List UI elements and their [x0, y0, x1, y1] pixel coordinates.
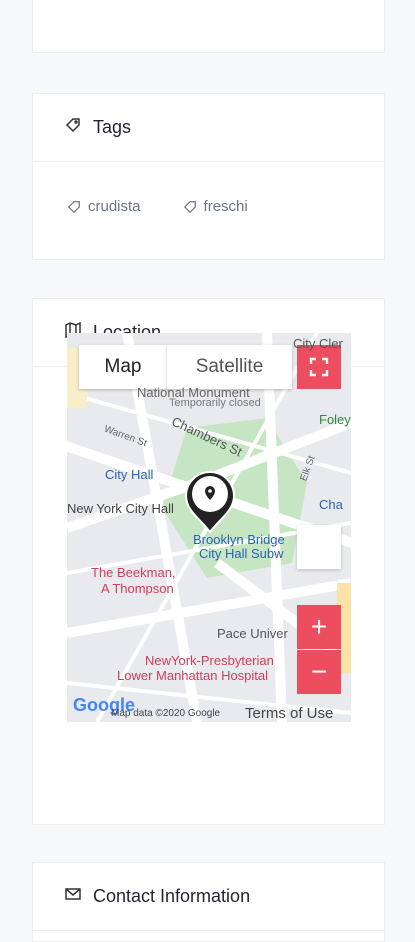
tags-card-title: Tags	[93, 117, 132, 137]
tag-item-freschi[interactable]: freschi	[183, 198, 248, 215]
tags-card-header: Tags	[33, 94, 384, 162]
location-card: Location Map Satellite City Cler Nationa…	[32, 298, 385, 825]
map-label-city-hall-subway: City Hall Subw	[199, 546, 284, 561]
tag-label: crudista	[88, 198, 141, 215]
previous-card	[32, 0, 385, 53]
map-type-map-tab[interactable]: Map	[79, 345, 167, 389]
map-label-temporarily-closed: Temporarily closed	[169, 397, 261, 409]
map-label-brooklyn-bridge: Brooklyn Bridge	[193, 532, 285, 547]
zoom-in-button[interactable]: +	[297, 605, 341, 649]
contact-card-title: Contact Information	[93, 886, 251, 906]
tag-item-crudista[interactable]: crudista	[67, 198, 141, 215]
map-label-city-cler: City Cler	[293, 336, 343, 351]
contact-card-header: Contact Information	[33, 863, 384, 931]
map-label-foley: Foley	[319, 412, 351, 427]
zoom-out-button[interactable]: −	[297, 650, 341, 694]
map-label-new-york-city-hall: New York City Hall	[67, 501, 174, 516]
tag-label: freschi	[203, 198, 248, 215]
tag-icon	[183, 200, 196, 213]
map-label-pace: Pace Univer	[217, 626, 288, 641]
map-label-lower-manhattan: Lower Manhattan Hospital	[117, 668, 269, 683]
map-attribution: Map data ©2020 Google	[111, 708, 221, 719]
terms-of-use-link[interactable]: Terms of Use	[245, 705, 333, 722]
mail-icon	[65, 886, 81, 907]
contact-card: Contact Information	[32, 862, 385, 942]
map-label-beekman: The Beekman,	[91, 565, 176, 580]
tags-card: Tags crudista freschi	[32, 93, 385, 260]
map-label-cha: Cha	[319, 497, 343, 512]
location-marker-icon	[184, 470, 236, 534]
street-view-control[interactable]	[297, 525, 341, 569]
map-label-city-hall: City Hall	[105, 467, 154, 482]
map-type-satellite-tab[interactable]: Satellite	[167, 345, 292, 389]
tags-list: crudista freschi	[33, 162, 384, 251]
tag-icon	[67, 200, 80, 213]
map-label-presbyterian: NewYork-Presbyterian	[145, 653, 274, 668]
map-label-thompson: A Thompson	[101, 581, 174, 596]
map-widget[interactable]: Map Satellite City Cler National Monumen…	[67, 333, 351, 722]
fullscreen-icon	[309, 357, 329, 377]
tag-icon	[65, 117, 81, 138]
fullscreen-button[interactable]	[297, 345, 341, 389]
